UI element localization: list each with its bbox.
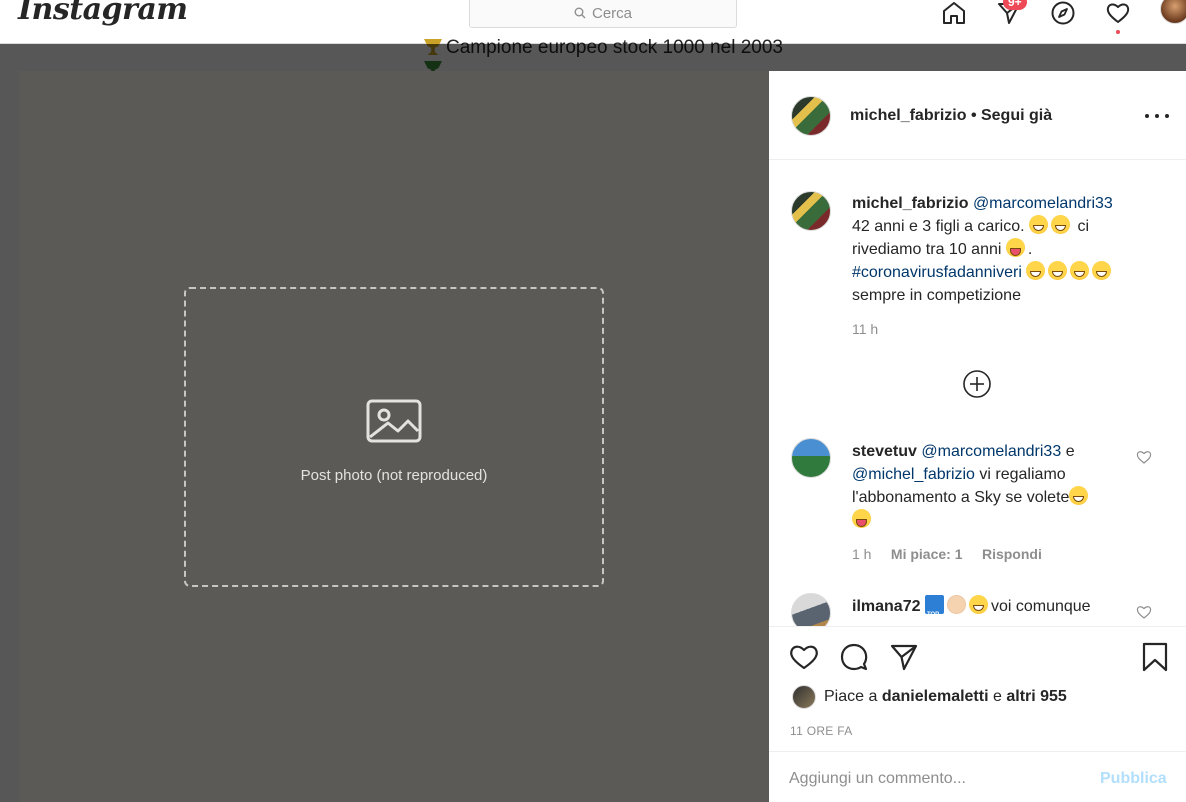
comment-time: 1 h — [852, 546, 872, 562]
caption-line: sempre in competizione — [852, 287, 1021, 304]
caption-username[interactable]: michel_fabrizio — [852, 195, 968, 212]
comment-mention[interactable]: @marcomelandri33 — [921, 443, 1061, 460]
search-icon — [574, 7, 586, 19]
post-author: michel_fabrizio • Segui già — [850, 107, 1052, 125]
search-placeholder: Cerca — [591, 4, 632, 22]
comment-avatar[interactable] — [791, 438, 831, 478]
likes-joiner: e — [992, 688, 1002, 705]
search-input[interactable]: Cerca — [469, 0, 737, 28]
like-icon[interactable] — [788, 641, 820, 673]
dot-separator: • — [970, 107, 981, 124]
winking-tongue-emoji-icon — [1005, 238, 1025, 257]
comment-mention[interactable]: @michel_fabrizio — [852, 466, 975, 483]
activity-dot — [1116, 30, 1120, 34]
author-username[interactable]: michel_fabrizio — [850, 107, 966, 124]
instagram-logo[interactable]: Instagram — [18, 0, 188, 27]
add-comment-bar: Pubblica — [769, 751, 1186, 802]
caption-line: ci — [1077, 218, 1090, 235]
reply-button[interactable]: Rispondi — [982, 546, 1042, 562]
caption-hashtag[interactable]: #coronavirusfadanniveri — [852, 264, 1022, 281]
laughing-emoji-icon — [1092, 261, 1112, 280]
comment-avatar[interactable] — [791, 593, 831, 626]
post-side-panel: michel_fabrizio • Segui già michel_fabri… — [769, 71, 1186, 802]
like-comment-icon[interactable] — [1136, 604, 1152, 620]
share-icon[interactable] — [888, 641, 920, 673]
comment-text: ilmana72 voi comunque — [852, 595, 1142, 618]
smiling-emoji-icon — [968, 595, 988, 614]
caption-mention[interactable]: @marcomelandri33 — [973, 195, 1113, 212]
more-options-icon[interactable] — [1145, 106, 1169, 126]
comment-meta: 1 h Mi piace: 1 Rispondi — [852, 546, 1042, 562]
follow-state-button[interactable]: Segui già — [981, 107, 1052, 124]
load-more-comments-icon[interactable] — [962, 369, 992, 399]
post-header: michel_fabrizio • Segui già — [769, 71, 1186, 160]
author-avatar[interactable] — [791, 96, 831, 136]
image-icon — [366, 399, 422, 443]
direct-badge: 9+ — [1003, 0, 1027, 10]
photo-placeholder: Post photo (not reproduced) — [184, 286, 604, 587]
explore-icon[interactable] — [1048, 0, 1078, 28]
comment-username[interactable]: stevetuv — [852, 443, 917, 460]
comment-joiner: e — [1065, 443, 1075, 460]
activity-icon[interactable] — [1103, 0, 1133, 28]
likes-prefix: Piace a — [824, 688, 878, 705]
caption-line: 42 anni e 3 figli a carico. — [852, 218, 1025, 235]
likes-summary: Piace a danielemaletti e altri 955 — [792, 685, 1067, 709]
comment-username[interactable]: ilmana72 — [852, 598, 920, 615]
clapping-emoji-icon — [946, 595, 966, 614]
caption-line: rivediamo tra 10 anni — [852, 241, 1002, 258]
winking-tongue-emoji-icon — [852, 509, 871, 528]
laughing-emoji-icon — [1070, 261, 1090, 280]
post-timestamp: 11 ORE FA — [790, 724, 853, 738]
top-emoji-icon — [924, 595, 944, 614]
profile-avatar[interactable] — [1160, 0, 1186, 24]
save-bookmark-icon[interactable] — [1139, 641, 1171, 673]
photo-alt-text: Post photo (not reproduced) — [300, 467, 488, 484]
home-icon[interactable] — [939, 0, 969, 28]
like-comment-icon[interactable] — [1136, 449, 1152, 465]
comment-text: stevetuv @marcomelandri33 e @michel_fabr… — [852, 440, 1142, 532]
comment-body: voi comunque — [990, 598, 1091, 615]
comment-likes[interactable]: Mi piace: 1 — [891, 546, 963, 562]
post-photo[interactable]: Post photo (not reproduced) — [19, 71, 769, 802]
laughing-emoji-icon — [1069, 486, 1089, 505]
comment-icon[interactable] — [838, 641, 870, 673]
caption-avatar[interactable] — [791, 191, 831, 231]
post-actions: Piace a danielemaletti e altri 955 11 OR… — [769, 626, 1186, 802]
comments-list[interactable]: michel_fabrizio @marcomelandri33 42 anni… — [769, 161, 1186, 626]
grinning-emoji-icon — [1051, 215, 1070, 234]
publish-button[interactable]: Pubblica — [1100, 770, 1167, 788]
likes-others-button[interactable]: altri 955 — [1006, 688, 1066, 705]
caption-time: 11 h — [852, 321, 879, 337]
add-comment-input[interactable] — [789, 770, 1089, 788]
caption-line: . — [1027, 241, 1033, 258]
laughing-emoji-icon — [1026, 261, 1046, 280]
liker-avatar[interactable] — [792, 685, 816, 709]
liker-username[interactable]: danielemaletti — [882, 688, 989, 705]
grinning-emoji-icon — [1029, 215, 1048, 234]
caption-text: michel_fabrizio @marcomelandri33 42 anni… — [852, 192, 1162, 307]
laughing-emoji-icon — [1048, 261, 1068, 280]
